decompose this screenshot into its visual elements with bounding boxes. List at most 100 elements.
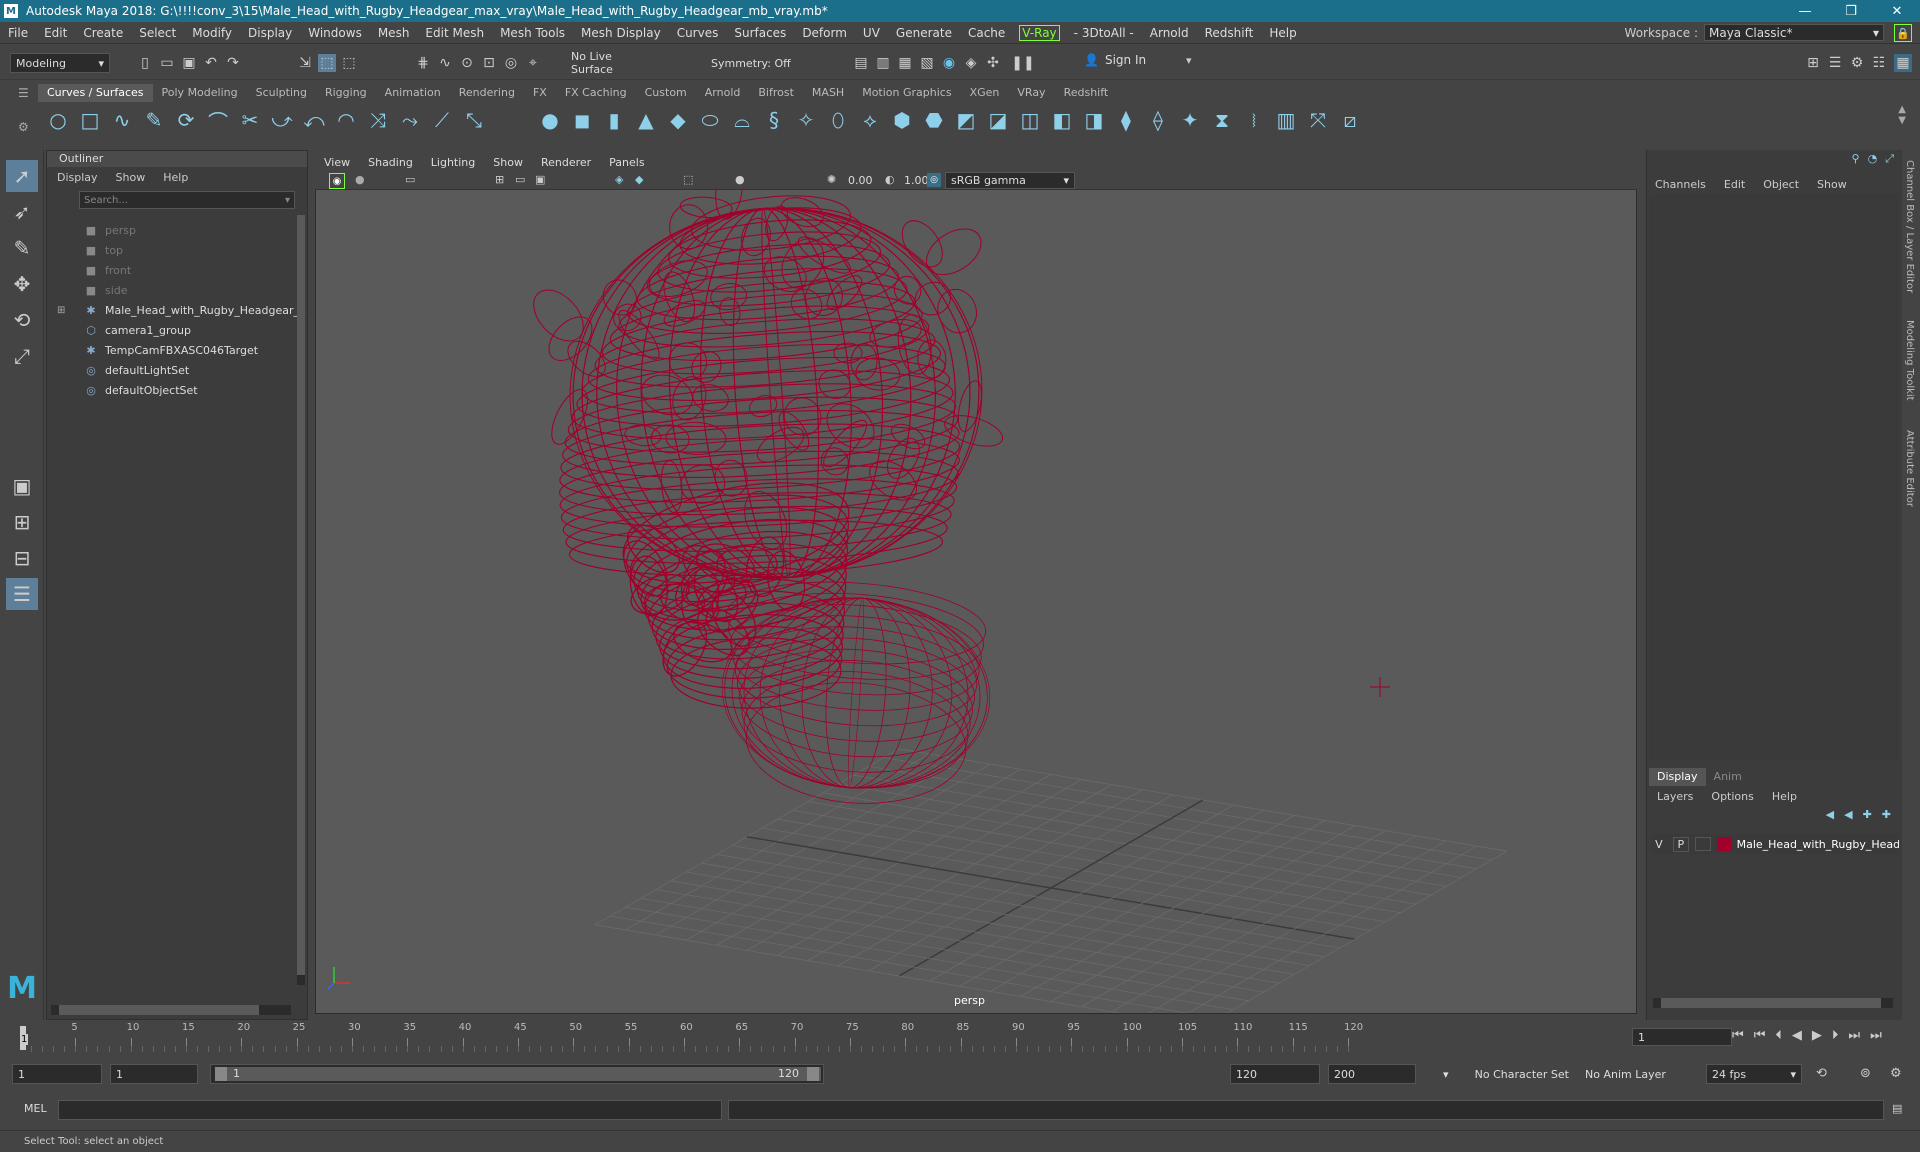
smooth-shading-icon[interactable]: ◆ <box>635 173 643 186</box>
step-back-frame-icon[interactable]: ⏴ <box>1775 1028 1782 1043</box>
shelf-tab-bifrost[interactable]: Bifrost <box>749 84 803 102</box>
character-set-select[interactable]: ▾ No Character Set <box>1438 1064 1574 1084</box>
trim-tool-icon[interactable]: ◧ <box>1050 108 1074 132</box>
render-current-icon[interactable]: ▥ <box>874 54 892 72</box>
persp-outliner-layout-icon[interactable]: ⊟ <box>6 542 38 574</box>
select-hierarchy-icon[interactable]: ⇲ <box>296 54 314 72</box>
undo-icon[interactable]: ↶ <box>202 54 220 72</box>
menu-curves[interactable]: Curves <box>669 26 727 40</box>
cv-curve-icon[interactable]: ∿ <box>110 108 134 132</box>
menu-modify[interactable]: Modify <box>184 26 240 40</box>
bezier-curve-icon[interactable]: ⌒ <box>206 108 230 134</box>
play-forwards-icon[interactable]: ▶ <box>1812 1028 1822 1043</box>
lock-icon[interactable]: 🔒 <box>1894 24 1912 42</box>
ipr-render-icon[interactable]: ▦ <box>896 54 914 72</box>
extend-curve-icon[interactable]: ⟋ <box>430 108 454 132</box>
channel-menu-channels[interactable]: Channels <box>1655 178 1706 191</box>
shelf-menu-icon[interactable]: ☰ <box>18 86 29 100</box>
menu-help[interactable]: Help <box>1261 26 1304 40</box>
menu-edit-mesh[interactable]: Edit Mesh <box>417 26 492 40</box>
shelf-settings-icon[interactable]: ⚙ <box>18 120 29 134</box>
attach-curves-icon[interactable]: ⤻ <box>270 108 294 132</box>
insert-isoparm-icon[interactable]: ⧘ <box>1242 108 1266 132</box>
rotate-tool-icon[interactable]: ⟲ <box>6 304 38 336</box>
tab-attribute-editor[interactable]: Attribute Editor <box>1904 430 1915 507</box>
maximize-button[interactable]: ❐ <box>1828 0 1874 22</box>
attribute-icon[interactable]: ◔ <box>1868 152 1878 166</box>
menu-select[interactable]: Select <box>131 26 184 40</box>
outliner-item[interactable]: ⬡ camera1_group <box>83 321 191 339</box>
new-layer-selected-icon[interactable]: ✚ <box>1882 808 1891 821</box>
tab-anim[interactable]: Anim <box>1706 768 1750 786</box>
layer-menu-layers[interactable]: Layers <box>1657 790 1693 803</box>
modeling-toolkit-icon[interactable]: ⊞ <box>1804 54 1822 72</box>
pencil-curve-icon[interactable]: ✎ <box>142 108 166 132</box>
nurbs-cylinder-icon[interactable]: ▮ <box>602 108 626 132</box>
menu-mesh-tools[interactable]: Mesh Tools <box>492 26 573 40</box>
channel-menu-show[interactable]: Show <box>1817 178 1847 191</box>
snap-point-icon[interactable]: ⊙ <box>458 54 476 72</box>
outliner-layout-icon[interactable]: ☰ <box>6 578 38 610</box>
open-scene-icon[interactable]: ▭ <box>158 54 176 72</box>
menu-file[interactable]: File <box>0 26 36 40</box>
range-start-handle[interactable] <box>215 1067 227 1081</box>
animation-preferences-icon[interactable]: ⚙ <box>1890 1066 1902 1081</box>
snap-view-icon[interactable]: ⊡ <box>480 54 498 72</box>
new-layer-icon[interactable]: ✚ <box>1863 808 1872 821</box>
fps-select[interactable]: 24 fps ▾ <box>1706 1064 1802 1084</box>
loft-icon[interactable]: § <box>762 108 786 132</box>
viewport-persp[interactable]: persp <box>315 152 1637 1014</box>
redo-icon[interactable]: ↷ <box>224 54 242 72</box>
bevel-plus-icon[interactable]: ⬢ <box>890 108 914 132</box>
outliner-item[interactable]: ■ persp <box>83 221 136 239</box>
layer-color-swatch[interactable] <box>1716 837 1731 851</box>
project-curve-icon[interactable]: ◪ <box>986 108 1010 132</box>
menu-3dtoall[interactable]: - 3DtoAll - <box>1066 26 1142 40</box>
menu-arnold[interactable]: Arnold <box>1142 26 1197 40</box>
nurbs-plane-icon[interactable]: ◆ <box>666 108 690 132</box>
fillet-curve-icon[interactable]: ⤡ <box>462 108 486 132</box>
tool-icon[interactable]: ⤢ <box>1885 152 1894 166</box>
lasso-tool-icon[interactable]: ➶ <box>6 196 38 228</box>
new-scene-icon[interactable]: ▯ <box>136 54 154 72</box>
shelf-tab-curves-surfaces[interactable]: Curves / Surfaces <box>38 84 153 102</box>
shelf-tab-fx[interactable]: FX <box>524 84 556 102</box>
tab-modeling-toolkit[interactable]: Modeling Toolkit <box>1904 320 1915 401</box>
close-button[interactable]: ✕ <box>1874 0 1920 22</box>
channel-box-toggle-icon[interactable]: ☷ <box>1870 54 1888 72</box>
step-back-key-icon[interactable]: ⏮ <box>1754 1028 1766 1043</box>
move-tool-icon[interactable]: ✥ <box>6 268 38 300</box>
offset-curve-icon[interactable]: ⤳ <box>398 108 422 132</box>
outliner-item[interactable]: ■ top <box>83 241 123 259</box>
layer-menu-options[interactable]: Options <box>1711 790 1753 803</box>
outliner-menu-show[interactable]: Show <box>116 171 146 184</box>
exposure-icon[interactable]: ✺ <box>827 173 836 186</box>
menu-surfaces[interactable]: Surfaces <box>726 26 794 40</box>
detach-curves-icon[interactable]: ⤺ <box>302 108 326 132</box>
outliner-menu-help[interactable]: Help <box>163 171 188 184</box>
auto-key-icon[interactable]: ⊚ <box>1860 1066 1871 1081</box>
menu-create[interactable]: Create <box>75 26 131 40</box>
live-surface-field[interactable]: No Live Surface <box>566 50 662 76</box>
intersect-surface-icon[interactable]: ◫ <box>1018 108 1042 132</box>
extrude-icon[interactable]: ⬯ <box>826 108 850 132</box>
shelf-tab-motion-graphics[interactable]: Motion Graphics <box>853 84 960 102</box>
viewport-menu-view[interactable]: View <box>315 156 359 169</box>
shelf-tab-fx-caching[interactable]: FX Caching <box>556 84 636 102</box>
snap-grid-icon[interactable]: ⋕ <box>414 54 432 72</box>
tool-settings-icon[interactable]: ⚙ <box>1848 54 1866 72</box>
ep-curve-icon[interactable]: ⟳ <box>174 108 198 132</box>
render-settings-icon[interactable]: ▧ <box>918 54 936 72</box>
viewport-menu-show[interactable]: Show <box>484 156 532 169</box>
menu-set-select[interactable]: Modeling ▾ <box>10 53 110 73</box>
outliner-search-input[interactable]: Search... ▾ <box>79 191 295 209</box>
outliner-scrollbar[interactable] <box>297 215 305 985</box>
isolate-select-icon[interactable]: ● <box>735 173 745 186</box>
bookmark-icon[interactable]: ▭ <box>405 173 415 186</box>
render-view-icon[interactable]: ▤ <box>852 54 870 72</box>
loop-icon[interactable]: ⟲ <box>1816 1066 1827 1081</box>
tab-channel-box-layer-editor[interactable]: Channel Box / Layer Editor <box>1904 160 1915 293</box>
select-tool-icon[interactable]: ➚ <box>6 160 38 192</box>
symmetry-select[interactable]: Symmetry: Off <box>706 53 804 73</box>
open-close-surface-icon[interactable]: ⧗ <box>1210 108 1234 132</box>
